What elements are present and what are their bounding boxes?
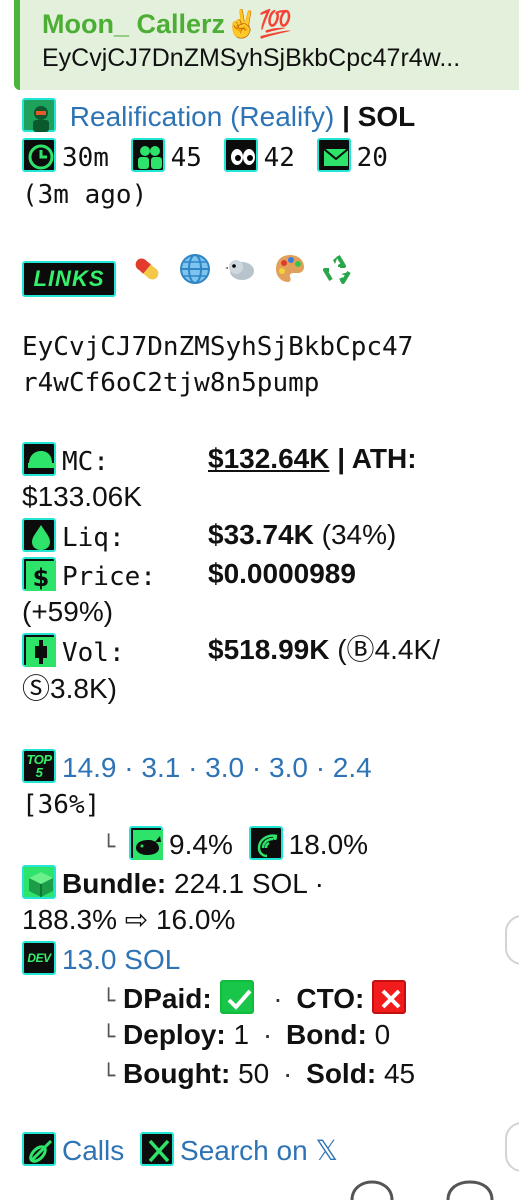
sell-badge: Ⓢ [22, 673, 51, 704]
buy-badge: Ⓑ [346, 634, 375, 665]
price-row: $ Price: [22, 557, 156, 594]
sold-label: Sold: [306, 1058, 377, 1089]
mc-value[interactable]: $132.64K [208, 443, 329, 474]
mc-values: $132.64K | ATH: [208, 442, 417, 476]
globe-icon[interactable] [178, 252, 212, 294]
dev-icon: DEV [22, 941, 56, 975]
eyes-icon [223, 138, 258, 172]
deploy-label: Deploy: [123, 1019, 226, 1050]
reply-author: Moon_ Callerz✌️💯 [42, 9, 293, 39]
dev-badge: DEV [27, 951, 51, 965]
contract-line-2[interactable]: r4wCf6oC2tjw8n5pump [22, 366, 319, 400]
liq-values: $33.74K (34%) [208, 518, 396, 552]
clock-icon [22, 138, 56, 172]
shrimp-pct: 18.0% [288, 829, 369, 860]
search-on-x-link[interactable]: Search on 𝕏 [180, 1135, 338, 1166]
liq-row: Liq: [22, 518, 125, 555]
bond-label: Bond: [285, 1019, 367, 1050]
bundle-row: Bundle: 224.1 SOL · [22, 865, 324, 901]
links-badge: LINKS [22, 261, 116, 297]
footer-row: Calls Search on 𝕏 [22, 1132, 338, 1168]
token-chain: | SOL [342, 101, 416, 132]
vol-values: $518.99K (Ⓑ4.4K/ [208, 633, 440, 667]
contract-line-1[interactable]: EyCvjCJ7DnZMSyhSjBkbCpc47 [22, 330, 413, 364]
bird-icon[interactable] [225, 252, 259, 294]
top5-icon: TOP 5 [22, 749, 56, 783]
top5-badge-num: 5 [35, 765, 43, 780]
mail-value: 20 [356, 143, 388, 173]
ago-text: (3m ago) [22, 180, 148, 210]
scroll-handle-upper[interactable] [505, 915, 519, 965]
hacker-avatar-icon [22, 98, 56, 132]
liq-pct: (34%) [321, 519, 397, 550]
vol-buy: 4.4K/ [374, 634, 440, 665]
token-name-link[interactable]: Realification (Realify) [70, 101, 335, 132]
price-change: (+59%) [22, 596, 114, 627]
age-value: 30m [62, 143, 109, 173]
vol-label: Vol: [62, 638, 125, 668]
dev-row: DEV 13.0 SOL [22, 941, 180, 977]
ath-label: | ATH: [337, 443, 417, 474]
top-values[interactable]: 14.9 · 3.1 · 3.0 · 3.0 · 2.4 [62, 752, 372, 783]
dpaid-label: DPaid: [123, 983, 212, 1014]
links-row: LINKS [22, 252, 355, 297]
candle-icon [22, 633, 56, 667]
recycle-icon[interactable] [321, 252, 355, 294]
stats-line: 30m 45 42 20 [22, 138, 388, 175]
cto-label: CTO: [296, 983, 365, 1014]
deploy-row: └ Deploy: 1 · Bond: 0 [102, 1019, 391, 1050]
dpaid-row: └ DPaid: · CTO: [102, 980, 412, 1019]
liq-value: $33.74K [208, 519, 314, 550]
ath-value: $133.06K [22, 481, 142, 512]
box-icon [22, 865, 56, 899]
vol-sell: 3.8K) [50, 673, 117, 704]
mc-label: MC: [62, 447, 109, 477]
palette-icon[interactable] [273, 252, 307, 294]
top-row: TOP 5 14.9 · 3.1 · 3.0 · 3.0 · 2.4 [22, 749, 372, 785]
sold-value: 45 [383, 1058, 416, 1089]
scroll-handle-lower[interactable] [505, 1122, 519, 1172]
satellite-icon [22, 1132, 56, 1166]
holders-value: 45 [170, 143, 202, 173]
x-logo-icon [140, 1132, 175, 1166]
whale-pct: 9.4% [169, 829, 233, 860]
check-icon [219, 980, 254, 1014]
price-label: Price: [62, 562, 156, 592]
bought-row: └ Bought: 50 · Sold: 45 [102, 1058, 416, 1089]
token-line: Realification (Realify) | SOL [22, 98, 415, 134]
bought-value: 50 [238, 1058, 270, 1089]
mail-icon [316, 138, 351, 172]
views-value: 42 [263, 143, 295, 173]
whale-row: └ 9.4% 18.0% [102, 826, 368, 865]
pill-icon[interactable] [130, 252, 164, 294]
cross-icon [372, 980, 407, 1014]
price-value: $0.0000989 [208, 558, 356, 589]
holders-icon [130, 138, 165, 172]
vol-sell-row: Ⓢ3.8K) [22, 672, 117, 706]
mc-row: MC: [22, 442, 109, 479]
top-total: [36%] [22, 790, 101, 820]
bundle-value: 224.1 SOL · [174, 868, 324, 899]
bought-label: Bought: [123, 1058, 231, 1089]
bundle-label: Bundle: [62, 868, 167, 899]
vol-value: $518.99K [208, 634, 330, 665]
bond-value: 0 [374, 1019, 391, 1050]
shrimp-icon [248, 826, 283, 860]
droplet-icon [22, 518, 56, 552]
bundle-change: 188.3% ⇨ 16.0% [22, 904, 236, 935]
dev-value[interactable]: 13.0 SOL [62, 944, 180, 975]
cap-icon [22, 442, 56, 476]
vol-row: Vol: [22, 633, 125, 670]
vol-open: ( [337, 634, 347, 665]
reply-quote[interactable]: Moon_ Callerz✌️💯 EyCvjCJ7DnZMSyhSjBkbCpc… [14, 0, 519, 90]
svg-text:$: $ [33, 564, 50, 591]
deploy-value: 1 [233, 1019, 250, 1050]
reply-address: EyCvjCJ7DnZMSyhSjBkbCpc47r4w... [42, 44, 461, 72]
whale-icon [129, 826, 164, 860]
liq-label: Liq: [62, 523, 125, 553]
bottom-bar [0, 1180, 519, 1200]
dollar-icon: $ [22, 557, 56, 591]
calls-link[interactable]: Calls [62, 1135, 124, 1166]
